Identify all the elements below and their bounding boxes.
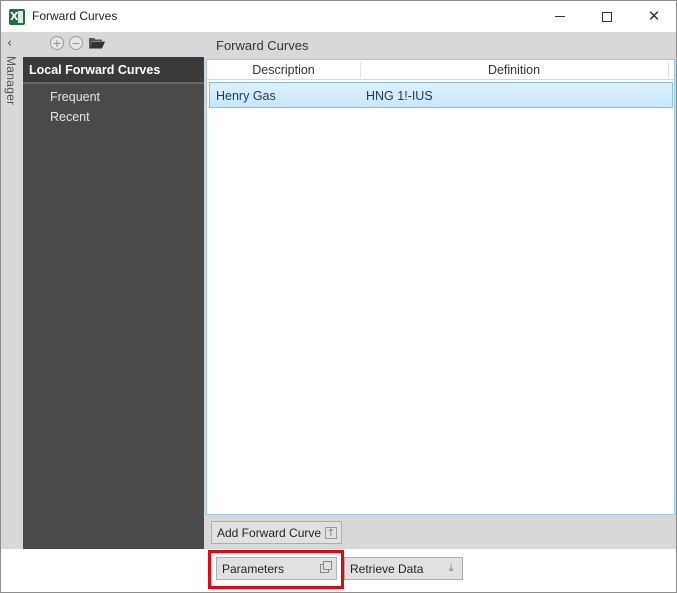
retrieve-data-button[interactable]: Retrieve Data ⤓: [344, 557, 463, 580]
footer: Parameters Retrieve Data ⤓: [1, 549, 676, 592]
navigation-panel: Local Forward Curves Frequent Recent: [23, 57, 204, 549]
close-button[interactable]: ✕: [631, 1, 677, 32]
add-circle-icon[interactable]: +: [50, 36, 64, 50]
forward-curves-window: X Forward Curves ✕ ‹ Manager + − Forward…: [0, 0, 677, 593]
remove-circle-icon[interactable]: −: [69, 36, 83, 50]
nav-item-frequent[interactable]: Frequent: [50, 90, 100, 104]
download-icon: ⤓: [448, 561, 454, 574]
chevron-left-icon[interactable]: ‹: [7, 36, 12, 51]
close-icon: ✕: [647, 7, 661, 25]
minimize-icon: [555, 16, 565, 17]
title-bar[interactable]: X Forward Curves ✕: [1, 1, 676, 32]
restore-window-icon: [320, 561, 332, 573]
nav-item-recent[interactable]: Recent: [50, 110, 90, 124]
manager-label: Manager: [4, 56, 18, 106]
panel-title: Forward Curves: [216, 38, 309, 53]
minimize-button[interactable]: [537, 1, 583, 32]
add-forward-curve-label: Add Forward Curve: [217, 525, 322, 540]
retrieve-data-label: Retrieve Data: [350, 561, 424, 576]
column-header-definition[interactable]: Definition: [361, 63, 667, 77]
add-forward-curve-button[interactable]: Add Forward Curve ↑: [211, 521, 342, 544]
maximize-icon: [602, 11, 612, 22]
maximize-button[interactable]: [584, 1, 630, 32]
parameters-button[interactable]: Parameters: [216, 557, 337, 580]
row-definition: HNG 1!-IUS: [366, 89, 433, 103]
upload-icon: ↑: [325, 527, 337, 539]
excel-icon: X: [9, 9, 25, 25]
parameters-label: Parameters: [222, 561, 285, 576]
column-divider[interactable]: [668, 62, 669, 78]
manager-strip[interactable]: ‹ Manager: [1, 32, 23, 549]
nav-header-local-forward-curves[interactable]: Local Forward Curves: [23, 57, 204, 84]
header-band: + − Forward Curves: [23, 32, 676, 57]
row-description: Henry Gas: [216, 89, 276, 103]
curves-grid: Description Definition Henry Gas HNG 1!-…: [206, 59, 675, 515]
window-title: Forward Curves: [32, 9, 118, 23]
column-header-description[interactable]: Description: [207, 63, 360, 77]
table-row[interactable]: Henry Gas HNG 1!-IUS: [209, 82, 673, 108]
nav-header-label: Local Forward Curves: [29, 63, 161, 77]
main-area: Description Definition Henry Gas HNG 1!-…: [204, 57, 676, 549]
grid-header: Description Definition: [207, 60, 674, 80]
folder-open-icon[interactable]: [89, 37, 105, 49]
